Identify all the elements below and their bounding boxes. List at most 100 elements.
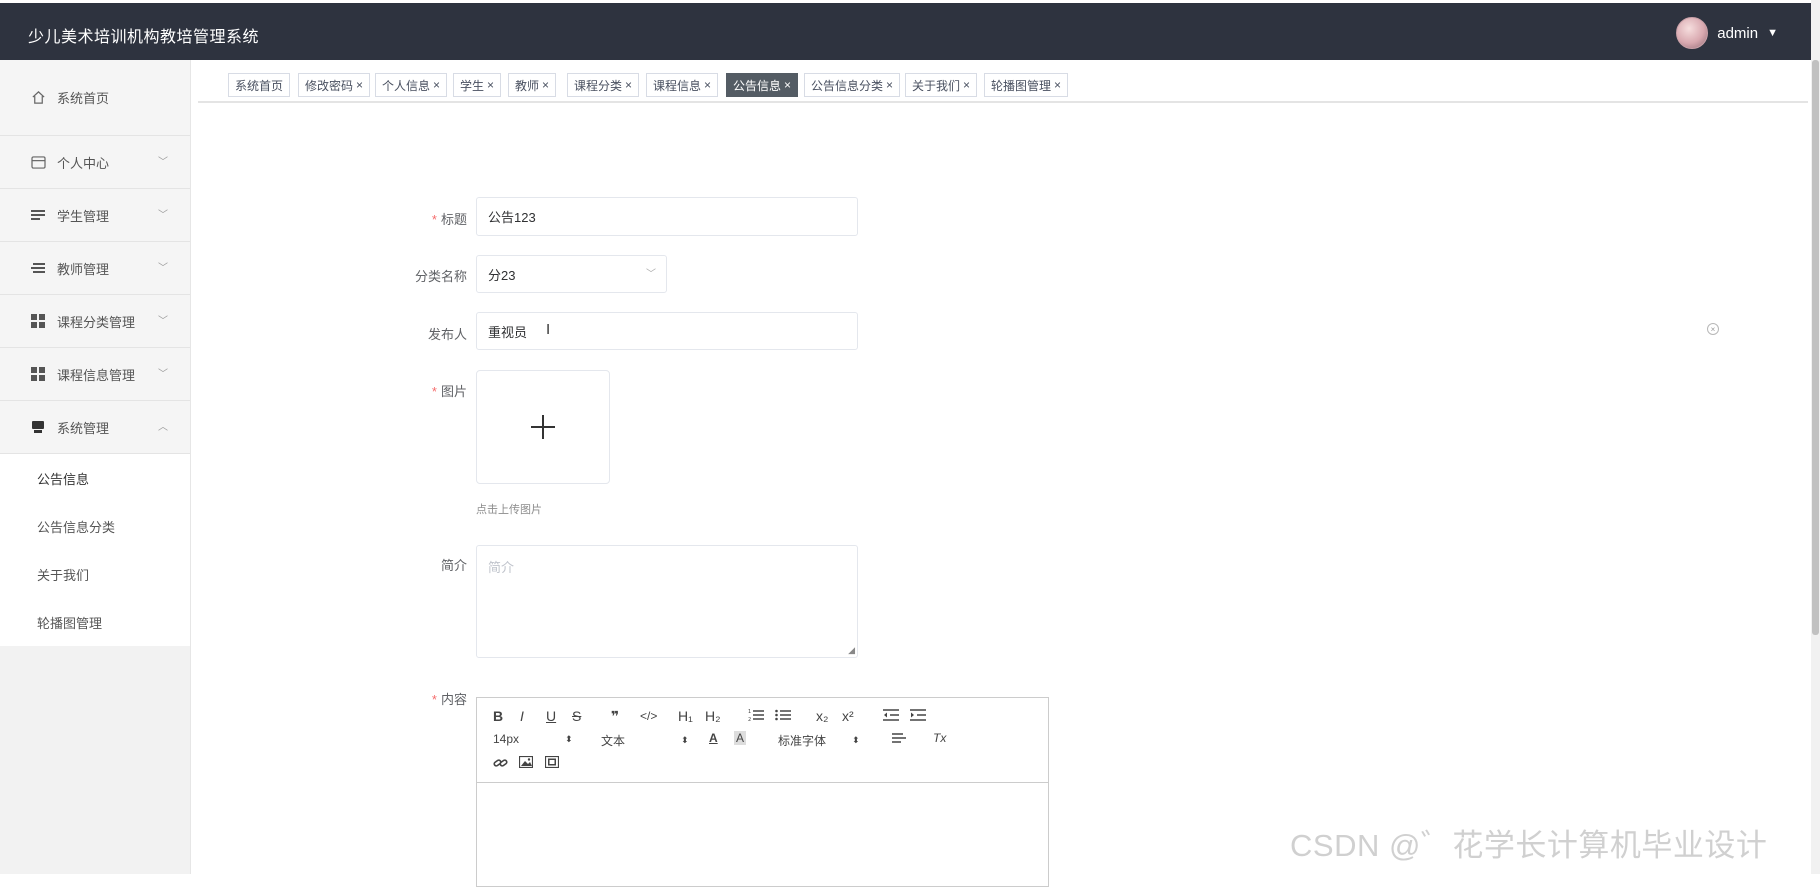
italic-button[interactable]: I xyxy=(520,708,524,724)
font-color-button[interactable]: A xyxy=(709,731,718,745)
align-left-icon[interactable] xyxy=(892,732,906,744)
tab-personal-info[interactable]: 个人信息 × xyxy=(375,73,448,97)
close-icon[interactable]: × xyxy=(487,78,494,92)
sidebar-item-label: 系统首页 xyxy=(57,91,110,106)
resize-grip-icon[interactable]: ◢ xyxy=(848,645,855,656)
strike-button[interactable]: S xyxy=(572,708,581,724)
close-icon[interactable]: × xyxy=(963,78,970,92)
title-input[interactable]: 公告123 xyxy=(476,197,858,236)
list-icon xyxy=(29,259,47,277)
ordered-list-icon[interactable]: 12 xyxy=(748,708,764,722)
header-select[interactable]: 文本 ⬍ xyxy=(601,732,689,749)
close-icon[interactable]: × xyxy=(542,78,549,92)
underline-button[interactable]: U xyxy=(546,708,556,724)
font-family-value: 标准字体 xyxy=(778,734,827,748)
id-card-icon xyxy=(29,153,47,171)
tab-carousel[interactable]: 轮播图管理 × xyxy=(984,73,1069,97)
close-icon[interactable]: × xyxy=(784,78,791,92)
tab-about-us[interactable]: 关于我们 × xyxy=(905,73,978,97)
user-menu[interactable]: admin ▼ xyxy=(1676,17,1778,49)
sidebar-item-students[interactable]: 学生管理 ﹀ xyxy=(0,189,190,242)
sidebar-item-home[interactable]: 系统首页 xyxy=(0,60,190,136)
updown-icon: ⬍ xyxy=(852,735,860,745)
sidebar-item-course-info[interactable]: 课程信息管理 ﹀ xyxy=(0,348,190,401)
user-name[interactable]: admin xyxy=(1717,25,1758,42)
close-icon[interactable]: × xyxy=(704,78,711,92)
caret-down-icon[interactable]: ▼ xyxy=(1767,27,1778,39)
link-icon[interactable] xyxy=(493,756,508,770)
indent-icon[interactable] xyxy=(910,708,926,722)
background-color-button[interactable]: A xyxy=(734,731,747,745)
outdent-icon[interactable] xyxy=(883,708,899,722)
plus-icon xyxy=(531,415,555,439)
intro-textarea[interactable]: 简介 ◢ xyxy=(476,545,858,658)
chevron-down-icon: ﹀ xyxy=(646,269,656,280)
chevron-down-icon: ﹀ xyxy=(158,263,168,274)
title-label: * 标题 xyxy=(431,212,467,227)
tab-home[interactable]: 系统首页 xyxy=(228,73,291,97)
image-icon[interactable] xyxy=(519,756,533,768)
sidebar-item-label: 学生管理 xyxy=(57,208,110,224)
tab-course-category[interactable]: 课程分类 × xyxy=(567,73,640,97)
close-icon[interactable]: × xyxy=(433,78,440,92)
font-size-value: 14px xyxy=(493,732,520,746)
updown-icon: ⬍ xyxy=(681,735,689,745)
bold-button[interactable]: B xyxy=(493,708,503,724)
close-icon[interactable]: × xyxy=(886,78,893,92)
tab-label: 修改密码 xyxy=(305,78,354,93)
tab-teachers[interactable]: 教师 × xyxy=(508,73,557,97)
tab-label: 轮播图管理 xyxy=(991,78,1052,93)
blockquote-button[interactable]: ❞ xyxy=(611,708,619,725)
superscript-button[interactable]: x² xyxy=(842,708,854,724)
upload-hint: 点击上传图片 xyxy=(476,504,542,516)
text-cursor-icon: I xyxy=(546,321,551,338)
tab-label: 课程信息 xyxy=(653,78,702,93)
submenu-item-carousel[interactable]: 轮播图管理 xyxy=(0,598,190,646)
avatar[interactable] xyxy=(1676,17,1709,49)
h2-button[interactable]: H₂ xyxy=(705,708,721,724)
video-icon[interactable] xyxy=(545,756,559,768)
tab-course-info[interactable]: 课程信息 × xyxy=(646,73,719,97)
category-select[interactable]: 分23 ﹀ xyxy=(476,255,667,293)
page-scrollbar[interactable] xyxy=(1811,0,1820,874)
svg-text:2: 2 xyxy=(748,717,751,722)
svg-text:1: 1 xyxy=(748,709,751,715)
tab-change-password[interactable]: 修改密码 × xyxy=(298,73,371,97)
home-icon xyxy=(29,89,47,107)
rich-text-editor[interactable]: B I U S ❞ </> H₁ H₂ 12 x₂ x² 14px ⬍ 文本 ⬍ A… xyxy=(476,697,1049,887)
category-label: 分类名称 xyxy=(414,269,467,284)
close-icon[interactable]: × xyxy=(625,78,632,92)
submenu-item-about-us[interactable]: 关于我们 xyxy=(0,550,190,598)
clear-icon[interactable]: × xyxy=(1707,323,1719,335)
sidebar-item-system[interactable]: 系统管理 ︿ xyxy=(0,401,190,454)
publisher-input[interactable]: 重视员 xyxy=(476,312,858,350)
clean-format-button[interactable]: Tx xyxy=(933,731,946,745)
intro-placeholder: 简介 xyxy=(488,560,515,575)
sidebar: 系统首页 个人中心 ﹀ 学生管理 ﹀ 教师管理 ﹀ 课程分类管理 ﹀ 课程信息管… xyxy=(0,60,191,874)
bullet-list-icon[interactable] xyxy=(775,708,791,722)
tab-announcement[interactable]: 公告信息 × xyxy=(726,73,799,97)
code-block-button[interactable]: </> xyxy=(640,709,657,723)
h1-button[interactable]: H₁ xyxy=(678,708,693,724)
sidebar-item-personal-center[interactable]: 个人中心 ﹀ xyxy=(0,136,190,189)
submenu-label: 公告信息分类 xyxy=(37,519,116,535)
sidebar-item-course-category[interactable]: 课程分类管理 ﹀ xyxy=(0,295,190,348)
close-icon[interactable]: × xyxy=(1054,78,1061,92)
submenu-item-announcement-category[interactable]: 公告信息分类 xyxy=(0,502,190,550)
sidebar-item-label: 课程分类管理 xyxy=(57,314,136,330)
subscript-button[interactable]: x₂ xyxy=(816,708,828,724)
scrollbar-thumb[interactable] xyxy=(1812,60,1819,635)
tab-label: 系统首页 xyxy=(235,78,284,93)
top-bar: 少儿美术培训机构教培管理系统 admin ▼ xyxy=(0,0,1820,60)
tab-announcement-category[interactable]: 公告信息分类 × xyxy=(804,73,901,97)
app-title: 少儿美术培训机构教培管理系统 xyxy=(28,29,260,46)
close-icon[interactable]: × xyxy=(356,78,363,92)
tab-students[interactable]: 学生 × xyxy=(453,73,502,97)
image-upload[interactable] xyxy=(476,370,610,484)
font-size-select[interactable]: 14px ⬍ xyxy=(493,732,573,746)
sidebar-item-label: 系统管理 xyxy=(57,420,110,436)
font-family-select[interactable]: 标准字体 ⬍ xyxy=(778,732,860,749)
sidebar-item-teachers[interactable]: 教师管理 ﹀ xyxy=(0,242,190,295)
submenu-item-announcement[interactable]: 公告信息 xyxy=(0,454,190,502)
updown-icon: ⬍ xyxy=(565,733,573,744)
